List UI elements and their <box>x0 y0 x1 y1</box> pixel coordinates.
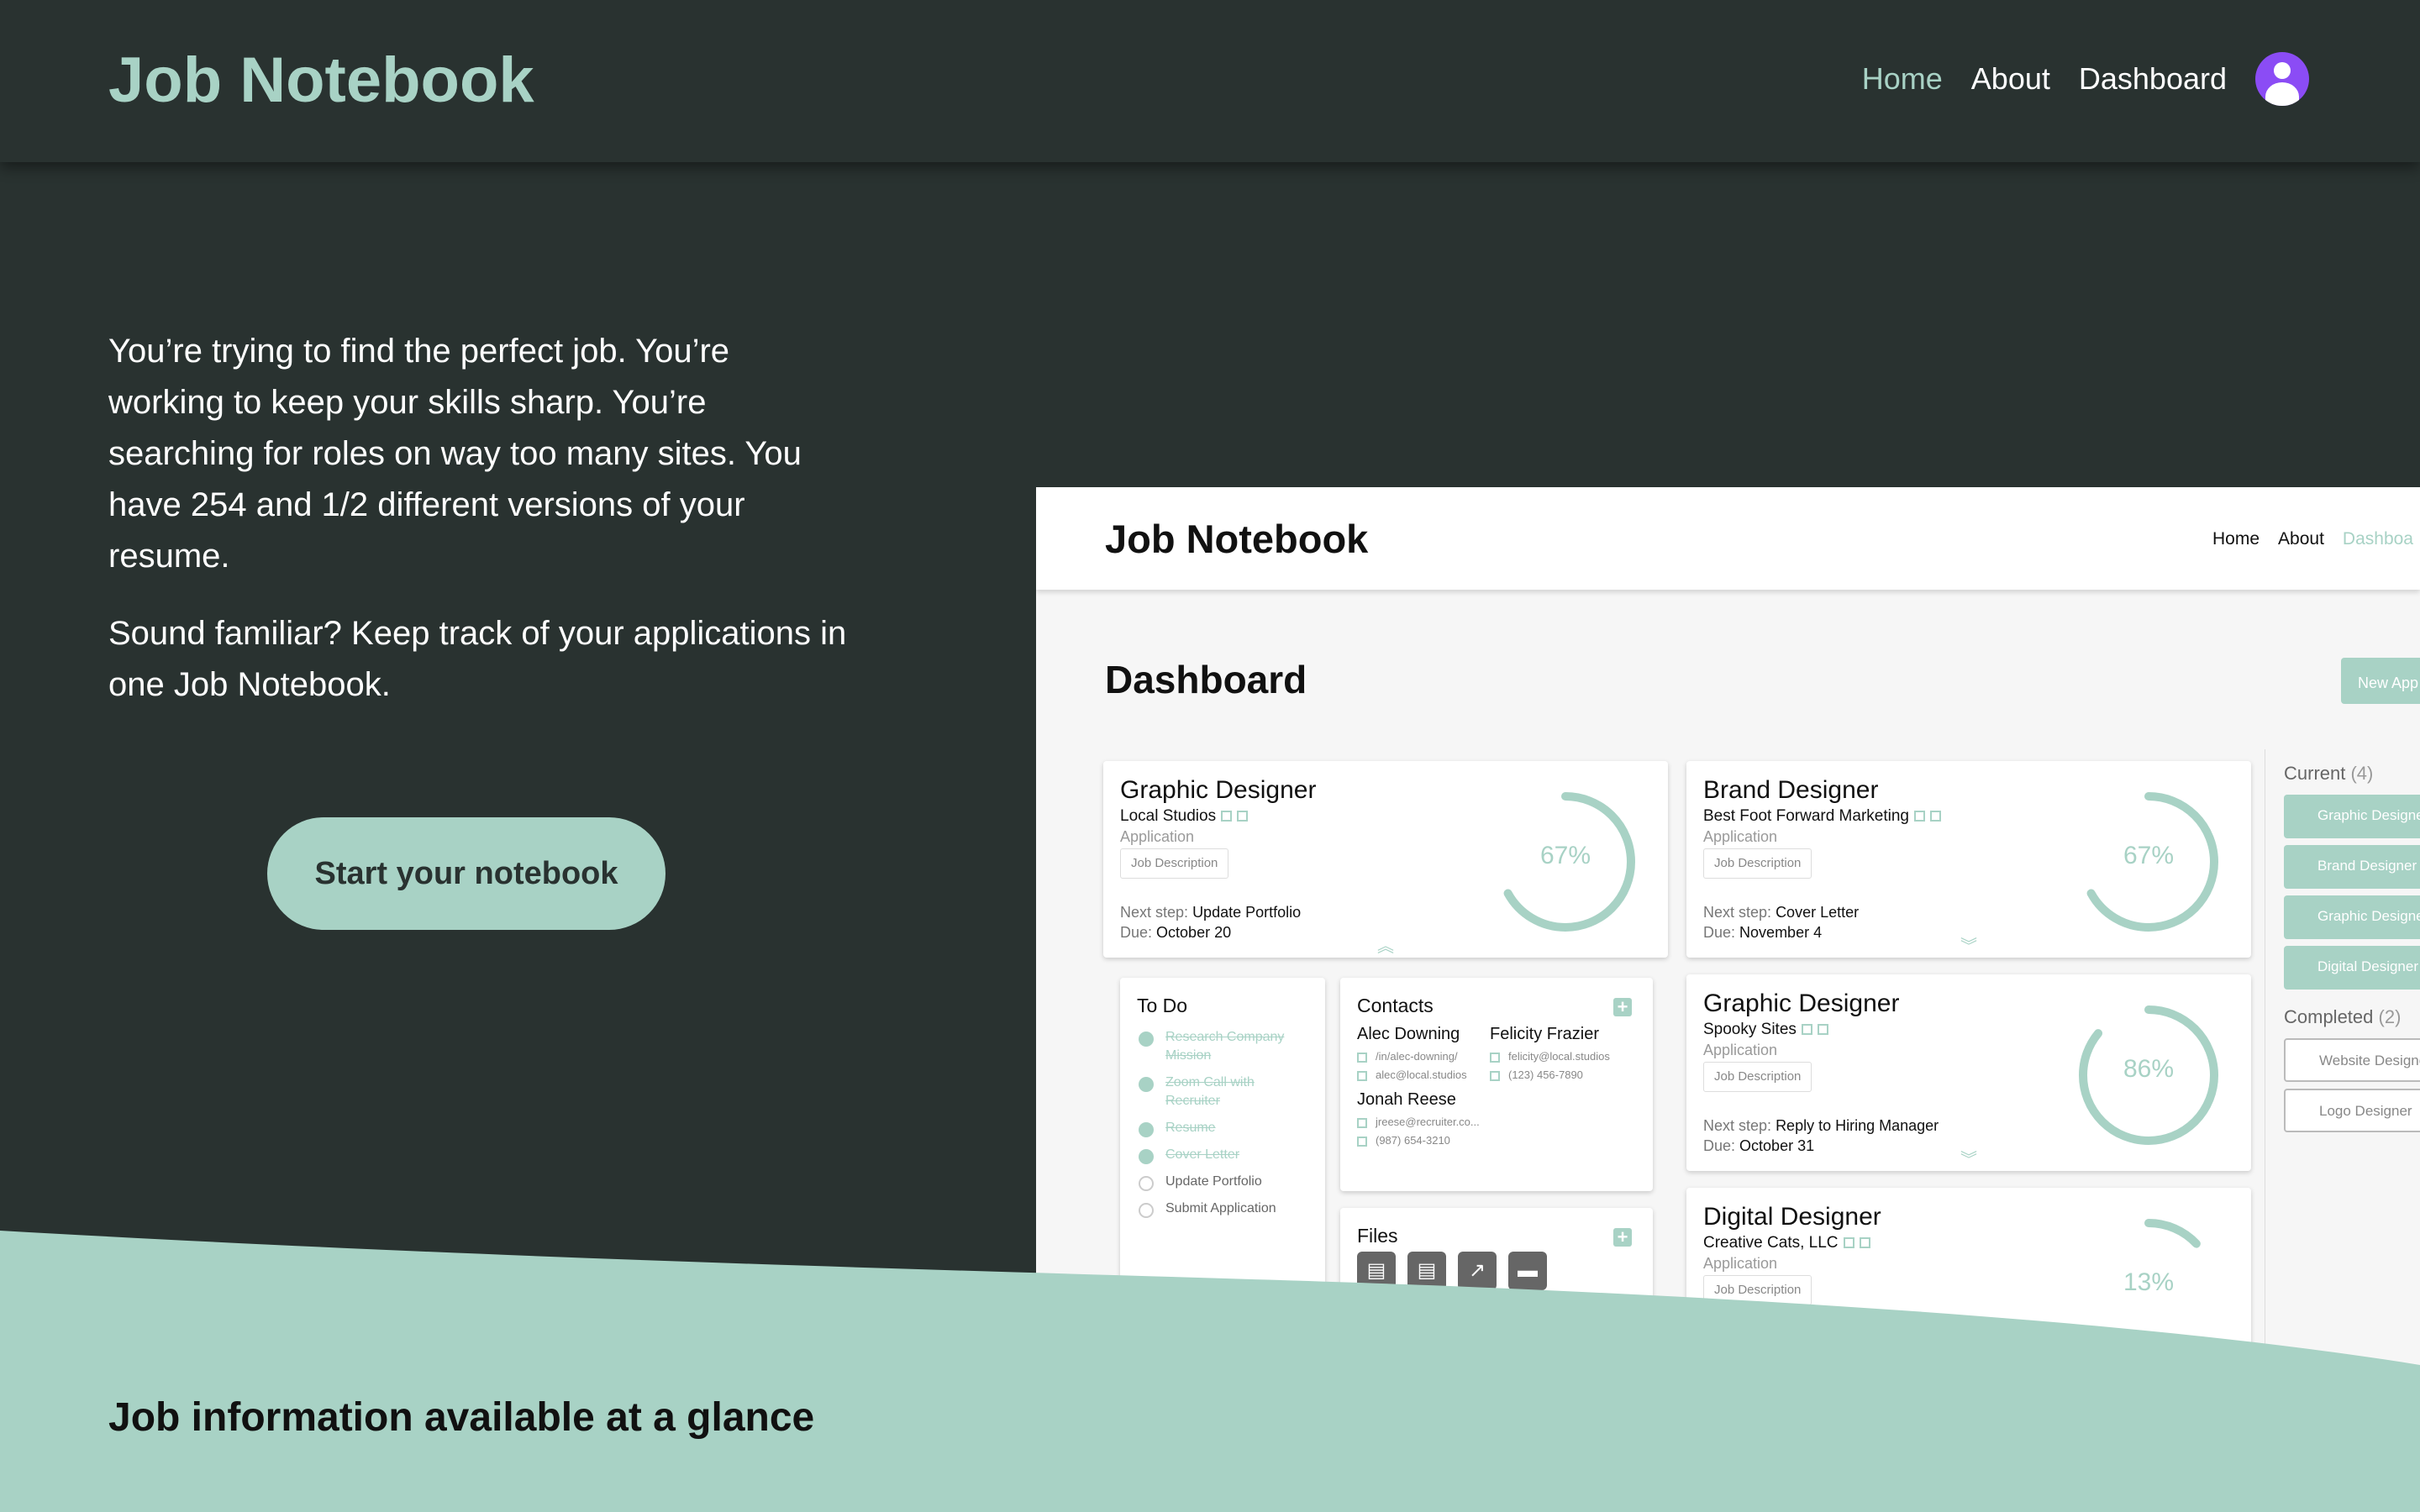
section-heading: Job information available at a glance <box>108 1395 815 1440</box>
nav-dashboard-link[interactable]: Dashboard <box>2079 61 2227 97</box>
site-logo[interactable]: Job Notebook <box>108 44 534 117</box>
top-navigation-bar: Job Notebook Home About Dashboard <box>0 0 2420 162</box>
section-wave-divider <box>0 1231 2420 1512</box>
user-avatar-icon[interactable] <box>2255 52 2309 106</box>
main-nav: Home About Dashboard <box>1862 52 2309 106</box>
nav-home-link[interactable]: Home <box>1862 61 1943 97</box>
nav-about-link[interactable]: About <box>1971 61 2050 97</box>
